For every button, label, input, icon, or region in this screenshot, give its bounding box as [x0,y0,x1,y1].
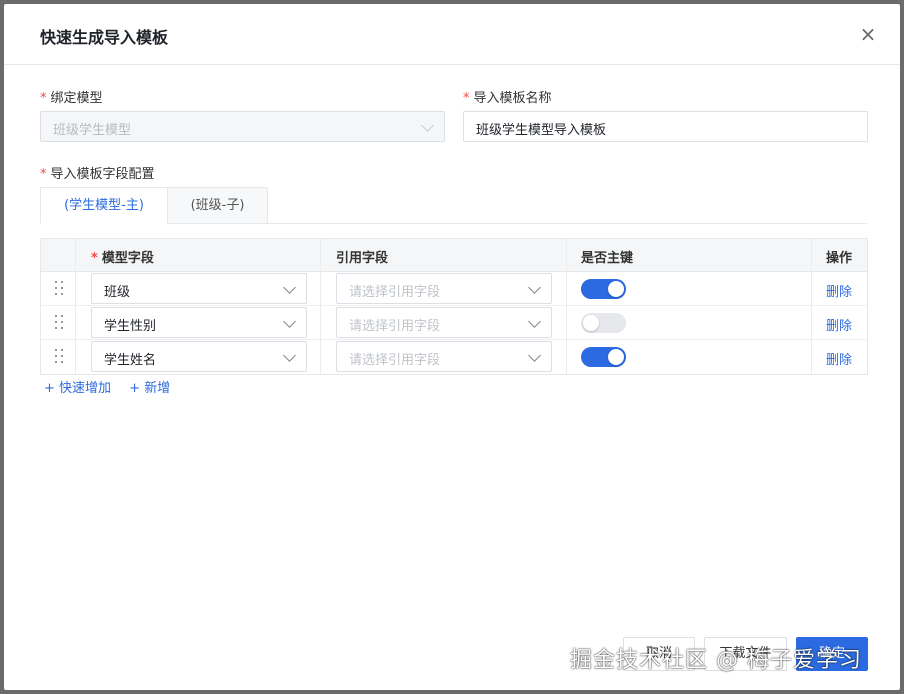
ref-field-select[interactable]: 请选择引用字段 [336,307,552,338]
template-name-label-text: 导入模板名称 [473,91,552,106]
chevron-down-icon [528,315,541,328]
ref-field-placeholder: 请选择引用字段 [349,285,441,300]
watermark: 掘金技术社区 @ 梅子爱学习 [570,648,862,673]
model-field-value: 学生姓名 [104,353,157,368]
ref-field-placeholder: 请选择引用字段 [349,319,441,334]
chevron-down-icon [528,281,541,294]
model-field-value: 班级 [104,285,131,300]
bind-model-label-text: 绑定模型 [50,91,103,106]
header-is-primary: 是否主键 [581,251,634,266]
dialog-title: 快速生成导入模板 [40,28,169,47]
model-field-select[interactable]: 学生姓名 [91,341,307,372]
model-field-select[interactable]: 学生性别 [91,307,307,338]
dialog-header: 快速生成导入模板 × [4,4,900,65]
template-name-label: * 导入模板名称 [463,87,552,106]
drag-handle-icon[interactable] [55,315,65,331]
header-ref-field: 引用字段 [336,251,389,266]
toggle-knob [608,349,624,365]
dialog: 快速生成导入模板 × * 绑定模型 班级学生模型 * 导入模板名称 班级学生模型导入… [4,4,900,690]
primary-key-toggle[interactable] [581,279,626,299]
drag-handle-icon[interactable] [55,349,65,365]
toggle-knob [583,315,599,331]
delete-link[interactable]: 删除 [826,315,852,334]
field-config-label-text: 导入模板字段配置 [50,167,155,182]
template-name-input[interactable]: 班级学生模型导入模板 [463,111,868,142]
table-row: 班级 请选择引用字段 删除 [41,272,867,306]
required-mark: * [463,91,470,106]
table-header: * 模型字段 引用字段 是否主键 操作 [41,239,867,272]
bind-model-label: * 绑定模型 [40,87,103,106]
chevron-down-icon [528,349,541,362]
primary-key-toggle[interactable] [581,347,626,367]
required-mark: * [91,251,98,266]
ref-field-placeholder: 请选择引用字段 [349,353,441,368]
model-field-select[interactable]: 班级 [91,273,307,304]
header-action: 操作 [826,251,853,266]
quick-add-button[interactable]: + 快速增加 [44,381,111,396]
bind-model-select[interactable]: 班级学生模型 [40,111,445,142]
chevron-down-icon [283,281,296,294]
chevron-down-icon [283,315,296,328]
add-links: + 快速增加 + 新增 [44,377,184,396]
chevron-down-icon [283,349,296,362]
tab-student-model[interactable]: (学生模型-主) [40,187,168,224]
required-mark: * [40,91,47,106]
toggle-knob [608,281,624,297]
tab-class[interactable]: (班级-子) [167,187,268,224]
delete-link[interactable]: 删除 [826,281,852,300]
table-row: 学生姓名 请选择引用字段 删除 [41,340,867,374]
drag-handle-icon[interactable] [55,281,65,297]
required-mark: * [40,167,47,182]
table-row: 学生性别 请选择引用字段 删除 [41,306,867,340]
field-table: * 模型字段 引用字段 是否主键 操作 班级 请选择引用字段 删除 学生性别 请… [40,238,868,375]
ref-field-select[interactable]: 请选择引用字段 [336,273,552,304]
delete-link[interactable]: 删除 [826,349,852,368]
primary-key-toggle[interactable] [581,313,626,333]
bind-model-value: 班级学生模型 [53,123,132,138]
header-model-field: * 模型字段 [91,247,154,266]
chevron-down-icon [421,119,434,132]
add-new-button[interactable]: + 新增 [129,381,170,396]
close-icon[interactable]: × [856,24,880,48]
model-field-value: 学生性别 [104,319,157,334]
ref-field-select[interactable]: 请选择引用字段 [336,341,552,372]
header-model-field-text: 模型字段 [101,251,154,266]
field-config-label: * 导入模板字段配置 [40,163,155,182]
field-config-tabs: (学生模型-主) (班级-子) [40,187,867,224]
